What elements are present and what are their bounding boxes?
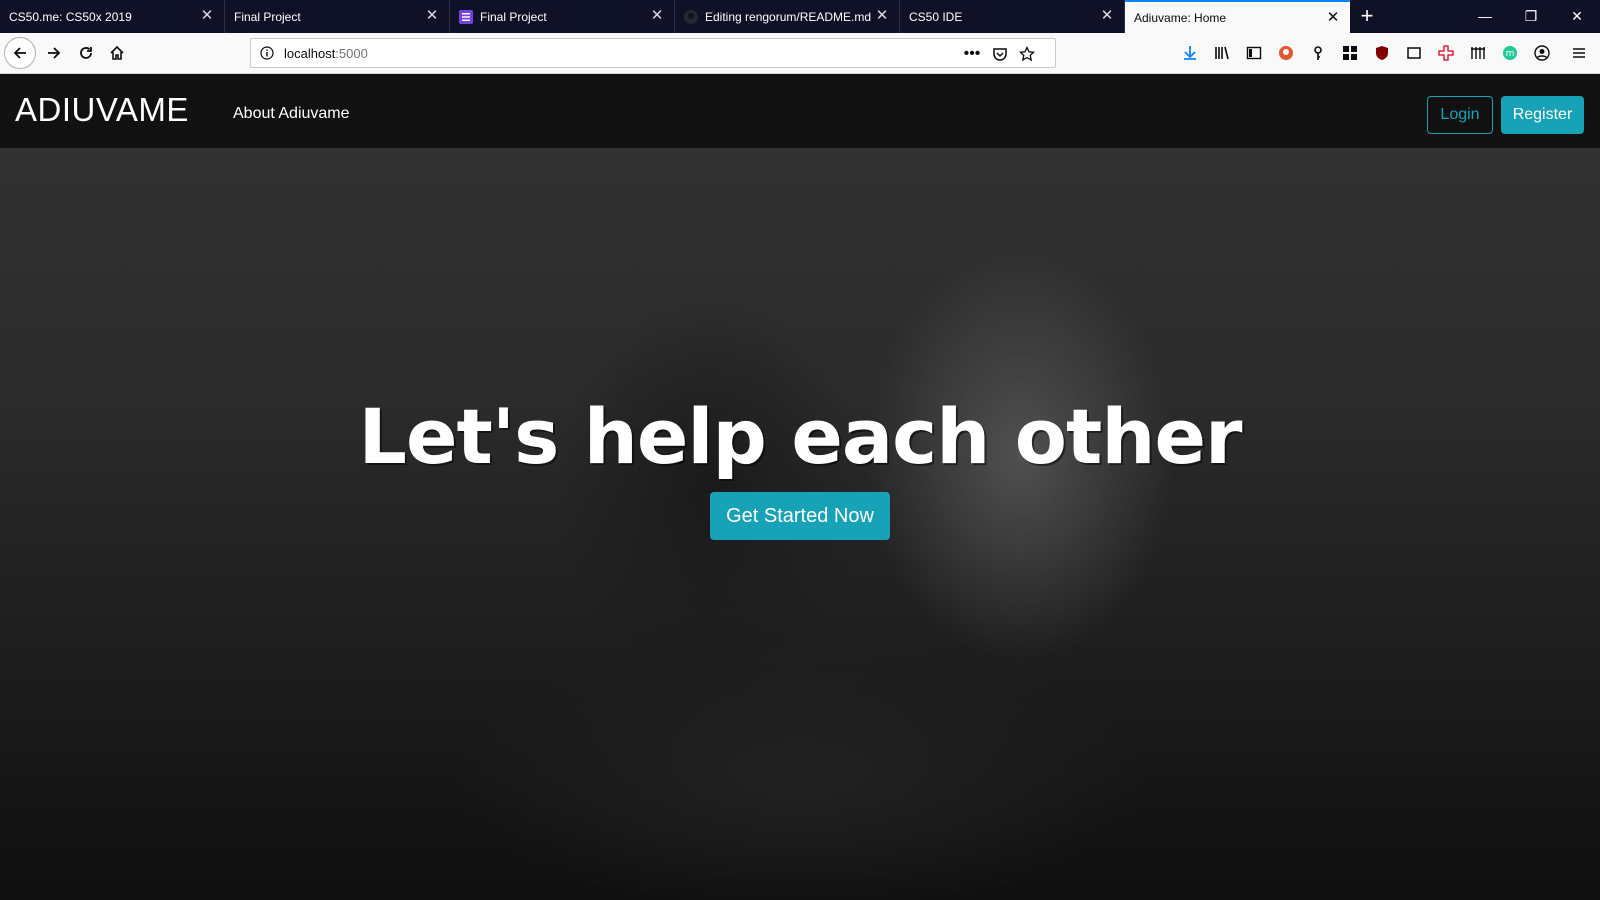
tab-title: Final Project bbox=[480, 9, 547, 24]
address-bar[interactable]: localhost:5000 ••• bbox=[250, 38, 1056, 68]
tab-title: CS50 IDE bbox=[909, 9, 963, 24]
login-button[interactable]: Login bbox=[1427, 96, 1493, 134]
window-icon[interactable] bbox=[1403, 42, 1425, 64]
tab-cs50-ide[interactable]: CS50 IDE ✕ bbox=[900, 0, 1125, 33]
close-icon[interactable]: ✕ bbox=[874, 8, 890, 24]
window-controls: — ❐ ✕ bbox=[1462, 0, 1600, 33]
tab-title: Editing rengorum/README.md bbox=[705, 9, 872, 24]
close-icon[interactable]: ✕ bbox=[1099, 8, 1115, 24]
home-icon bbox=[110, 45, 124, 60]
page-content: ADIUVAME About Adiuvame Login Register L… bbox=[0, 74, 1600, 900]
account-m-icon[interactable]: m bbox=[1499, 42, 1521, 64]
tab-title: Final Project bbox=[234, 9, 301, 24]
tab-editing-readme[interactable]: Editing rengorum/README.md ✕ bbox=[675, 0, 900, 33]
tab-cs50me[interactable]: CS50.me: CS50x 2019 ✕ bbox=[0, 0, 225, 33]
new-tab-button[interactable]: + bbox=[1350, 0, 1384, 33]
close-icon[interactable]: ✕ bbox=[649, 8, 665, 24]
url-host: localhost bbox=[284, 46, 336, 61]
url-port: :5000 bbox=[335, 46, 368, 61]
arrow-right-icon bbox=[48, 47, 61, 59]
forward-button[interactable] bbox=[40, 39, 68, 67]
plus-box-icon[interactable] bbox=[1435, 42, 1457, 64]
back-button[interactable] bbox=[4, 37, 36, 69]
tab-title: Adiuvame: Home bbox=[1134, 10, 1227, 25]
ublock-icon[interactable] bbox=[1371, 42, 1393, 64]
restore-icon[interactable]: ❐ bbox=[1508, 0, 1554, 33]
home-button[interactable] bbox=[103, 39, 131, 67]
tab-adiuvame-home[interactable]: Adiuvame: Home ✕ bbox=[1125, 0, 1350, 33]
minimize-icon[interactable]: — bbox=[1462, 0, 1508, 33]
hero-headline: Let's help each other bbox=[358, 392, 1243, 481]
reload-button[interactable] bbox=[72, 39, 100, 67]
library-icon[interactable] bbox=[1211, 42, 1233, 64]
pocket-icon[interactable] bbox=[991, 45, 1009, 63]
key-icon[interactable] bbox=[1307, 42, 1329, 64]
extensions-grid-icon[interactable] bbox=[1339, 42, 1361, 64]
tab-final-project-1[interactable]: Final Project ✕ bbox=[225, 0, 450, 33]
site-navbar: ADIUVAME About Adiuvame Login Register bbox=[0, 74, 1600, 148]
download-icon[interactable] bbox=[1179, 42, 1201, 64]
sidebar-icon[interactable] bbox=[1243, 42, 1265, 64]
close-window-icon[interactable]: ✕ bbox=[1554, 0, 1600, 33]
tab-strip: CS50.me: CS50x 2019 ✕ Final Project ✕ Fi… bbox=[0, 0, 1600, 33]
tab-title: CS50.me: CS50x 2019 bbox=[9, 9, 132, 24]
hero-overlay bbox=[0, 74, 1600, 900]
page-actions-icon[interactable]: ••• bbox=[963, 45, 981, 63]
columns-icon[interactable] bbox=[1467, 42, 1489, 64]
nav-link-about[interactable]: About Adiuvame bbox=[233, 105, 350, 123]
url-text: localhost:5000 bbox=[284, 46, 368, 61]
duckduckgo-icon[interactable] bbox=[1275, 42, 1297, 64]
reload-icon bbox=[80, 47, 92, 59]
close-icon[interactable]: ✕ bbox=[1325, 10, 1341, 26]
info-icon[interactable] bbox=[260, 46, 274, 65]
arrow-left-icon bbox=[13, 47, 26, 59]
bookmark-star-icon[interactable] bbox=[1018, 45, 1036, 63]
tab-final-project-2[interactable]: Final Project ✕ bbox=[450, 0, 675, 33]
nav-toolbar: localhost:5000 ••• m bbox=[0, 33, 1600, 74]
svg-text:m: m bbox=[1506, 49, 1515, 59]
list-icon bbox=[459, 9, 473, 24]
menu-hamburger-icon[interactable] bbox=[1568, 42, 1590, 64]
close-icon[interactable]: ✕ bbox=[424, 8, 440, 24]
register-button[interactable]: Register bbox=[1501, 96, 1584, 134]
get-started-button[interactable]: Get Started Now bbox=[710, 492, 890, 540]
hero-background-image bbox=[0, 74, 1600, 900]
close-icon[interactable]: ✕ bbox=[199, 8, 215, 24]
profile-icon[interactable] bbox=[1531, 42, 1553, 64]
github-icon bbox=[684, 9, 698, 24]
brand-logo[interactable]: ADIUVAME bbox=[15, 91, 189, 129]
